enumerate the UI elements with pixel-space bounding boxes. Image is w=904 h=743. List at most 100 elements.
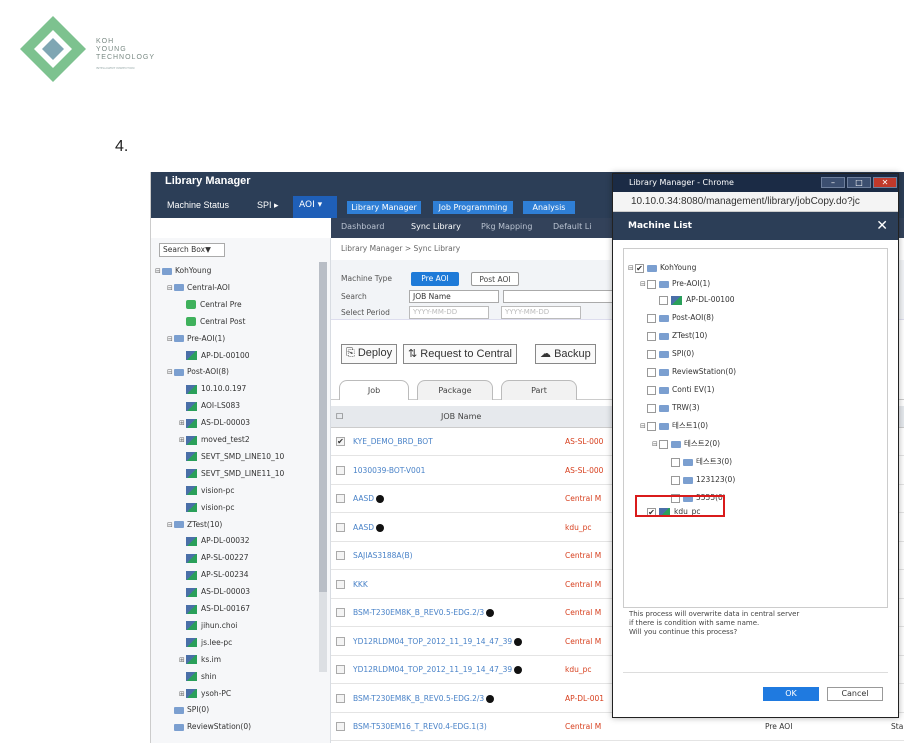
expand-toggle-icon[interactable]: ⊟ <box>628 261 635 275</box>
job-name-link[interactable]: AASD <box>353 523 385 532</box>
job-name-link[interactable]: YD12RLDM04_TOP_2012_11_19_14_47_39 <box>353 637 523 646</box>
machine-tree-item[interactable]: ⊟ 테스트1(0) <box>640 419 708 433</box>
machine-checkbox[interactable] <box>671 457 680 467</box>
job-name-link[interactable]: 1030039-BOT-V001 <box>353 466 425 475</box>
expand-toggle-icon[interactable]: ⊟ <box>167 518 174 532</box>
machine-tree-item[interactable]: 123123(0) <box>664 473 735 487</box>
tree-item[interactable]: ⊞ ks.im <box>179 653 221 667</box>
tab-job[interactable]: Job <box>339 380 409 400</box>
machine-tree-item[interactable]: SPI(0) <box>640 347 694 361</box>
row-checkbox[interactable] <box>336 608 345 617</box>
tree-item[interactable]: AP-DL-00100 <box>179 349 250 363</box>
machine-checkbox[interactable] <box>671 475 680 485</box>
machine-checkbox[interactable] <box>647 349 656 359</box>
menu-machine-status[interactable]: Machine Status <box>167 200 229 210</box>
machine-checkbox[interactable] <box>647 279 656 289</box>
job-name-link[interactable]: SAJIAS3188A(B) <box>353 551 413 560</box>
expand-toggle-icon[interactable]: ⊞ <box>179 653 186 667</box>
subnav-sync-library[interactable]: Sync Library <box>411 222 461 231</box>
menu-library-manager[interactable]: Library Manager <box>347 201 421 214</box>
machine-checkbox[interactable] <box>647 385 656 395</box>
pre-aoi-button[interactable]: Pre AOI <box>411 272 459 286</box>
tree-item[interactable]: AP-SL-00227 <box>179 551 249 565</box>
tab-part[interactable]: Part <box>501 380 577 400</box>
request-to-central-button[interactable]: ⇅ Request to Central <box>403 344 517 364</box>
machine-checkbox[interactable] <box>647 403 656 413</box>
row-checkbox[interactable] <box>336 722 345 731</box>
row-checkbox[interactable] <box>336 551 345 560</box>
tree-item[interactable]: vision-pc <box>179 484 234 498</box>
row-checkbox[interactable] <box>336 465 345 475</box>
backup-button[interactable]: ☁ Backup <box>535 344 596 364</box>
tree-item[interactable]: AOI-LS083 <box>179 399 240 413</box>
tree-item[interactable]: SEVT_SMD_LINE10_10 <box>179 450 284 464</box>
tree-item[interactable]: AP-DL-00032 <box>179 534 250 548</box>
machine-checkbox[interactable] <box>659 439 668 449</box>
job-name-link[interactable]: BSM-T230EM8K_B_REV0.5-EDG.2/3 <box>353 608 495 617</box>
search-field-select[interactable]: JOB Name <box>409 290 499 303</box>
subnav-pkg-mapping[interactable]: Pkg Mapping <box>481 222 532 231</box>
row-checkbox[interactable] <box>336 636 345 646</box>
subnav-default-li[interactable]: Default Li <box>553 222 591 231</box>
tree-item[interactable]: ⊟ KohYoung <box>155 264 211 278</box>
machine-tree-item[interactable]: ⊟ ✔ KohYoung <box>628 261 696 275</box>
expand-toggle-icon[interactable]: ⊞ <box>179 433 186 447</box>
row-checkbox[interactable] <box>336 494 345 503</box>
job-name-link[interactable]: AASD <box>353 494 385 503</box>
row-checkbox[interactable] <box>336 693 345 703</box>
start-date-input[interactable]: YYYY-MM-DD <box>409 306 489 319</box>
machine-checkbox[interactable]: ✔ <box>635 263 644 273</box>
expand-toggle-icon[interactable]: ⊟ <box>167 365 174 379</box>
tree-item[interactable]: jihun.choi <box>179 619 237 633</box>
row-checkbox[interactable] <box>336 522 345 532</box>
machine-checkbox[interactable] <box>659 295 668 305</box>
tree-item[interactable]: AP-SL-00234 <box>179 568 249 582</box>
job-name-link[interactable]: BSM-T530EM16_T_REV0.4-EDG.1(3) <box>353 722 487 731</box>
ok-button[interactable]: OK <box>763 687 819 701</box>
tree-item[interactable]: ⊞ ysoh-PC <box>179 687 231 701</box>
menu-job-programming[interactable]: Job Programming <box>433 201 513 214</box>
tree-item[interactable]: ⊞ AS-DL-00003 <box>179 416 250 430</box>
close-icon[interactable]: ✕ <box>876 212 888 240</box>
machine-checkbox[interactable] <box>647 367 656 377</box>
tree-item[interactable]: ⊟ Central-AOI <box>167 281 230 295</box>
expand-toggle-icon[interactable]: ⊞ <box>179 687 186 701</box>
machine-tree-item[interactable]: ReviewStation(0) <box>640 365 736 379</box>
tree-item[interactable]: ⊟ Post-AOI(8) <box>167 365 229 379</box>
row-checkbox[interactable]: ✔ <box>336 437 345 446</box>
cancel-button[interactable]: Cancel <box>827 687 883 701</box>
search-input[interactable] <box>503 290 613 303</box>
machine-checkbox[interactable] <box>647 313 656 323</box>
machine-checkbox[interactable] <box>647 421 656 431</box>
machine-tree-item[interactable]: Post-AOI(8) <box>640 311 714 325</box>
window-close-button[interactable]: ✕ <box>873 177 897 188</box>
machine-tree-item[interactable]: ⊟ 테스트2(0) <box>652 437 720 451</box>
expand-toggle-icon[interactable]: ⊟ <box>652 437 659 451</box>
machine-tree-item[interactable]: ⊟ Pre-AOI(1) <box>640 277 710 291</box>
column-job-name[interactable]: JOB Name <box>441 412 481 421</box>
machine-checkbox[interactable] <box>647 331 656 341</box>
job-name-link[interactable]: BSM-T230EM8K_B_REV0.5-EDG.2/3 <box>353 694 495 703</box>
machine-tree-item[interactable]: TRW(3) <box>640 401 700 415</box>
tree-item[interactable]: ⊟ ZTest(10) <box>167 518 222 532</box>
menu-spi[interactable]: SPI ▸ <box>257 200 279 211</box>
tree-item[interactable]: ⊞ moved_test2 <box>179 433 250 447</box>
machine-tree-item[interactable]: AP-DL-00100 <box>652 293 735 307</box>
menu-analysis[interactable]: Analysis <box>523 201 575 214</box>
post-aoi-button[interactable]: Post AOI <box>471 272 519 286</box>
tree-item[interactable]: vision-pc <box>179 501 234 515</box>
job-name-link[interactable]: YD12RLDM04_TOP_2012_11_19_14_47_39 <box>353 665 523 674</box>
job-name-link[interactable]: KYE_DEMO_BRD_BOT <box>353 437 433 446</box>
tree-item[interactable]: AS-DL-00167 <box>179 602 250 616</box>
tree-item[interactable]: SEVT_SMD_LINE11_10 <box>179 467 284 481</box>
expand-toggle-icon[interactable]: ⊞ <box>179 416 186 430</box>
machine-tree-item[interactable]: 테스트3(0) <box>664 455 732 469</box>
tab-package[interactable]: Package <box>417 380 493 400</box>
tree-item[interactable]: ⊟ Pre-AOI(1) <box>167 332 225 346</box>
expand-toggle-icon[interactable]: ⊟ <box>167 332 174 346</box>
tree-item[interactable]: Central Pre <box>179 298 242 312</box>
expand-toggle-icon[interactable]: ⊟ <box>155 264 162 278</box>
machine-tree-item[interactable]: ZTest(10) <box>640 329 707 343</box>
select-all-checkbox[interactable]: ☐ <box>336 412 343 421</box>
sidebar-scrollbar[interactable] <box>319 262 327 672</box>
